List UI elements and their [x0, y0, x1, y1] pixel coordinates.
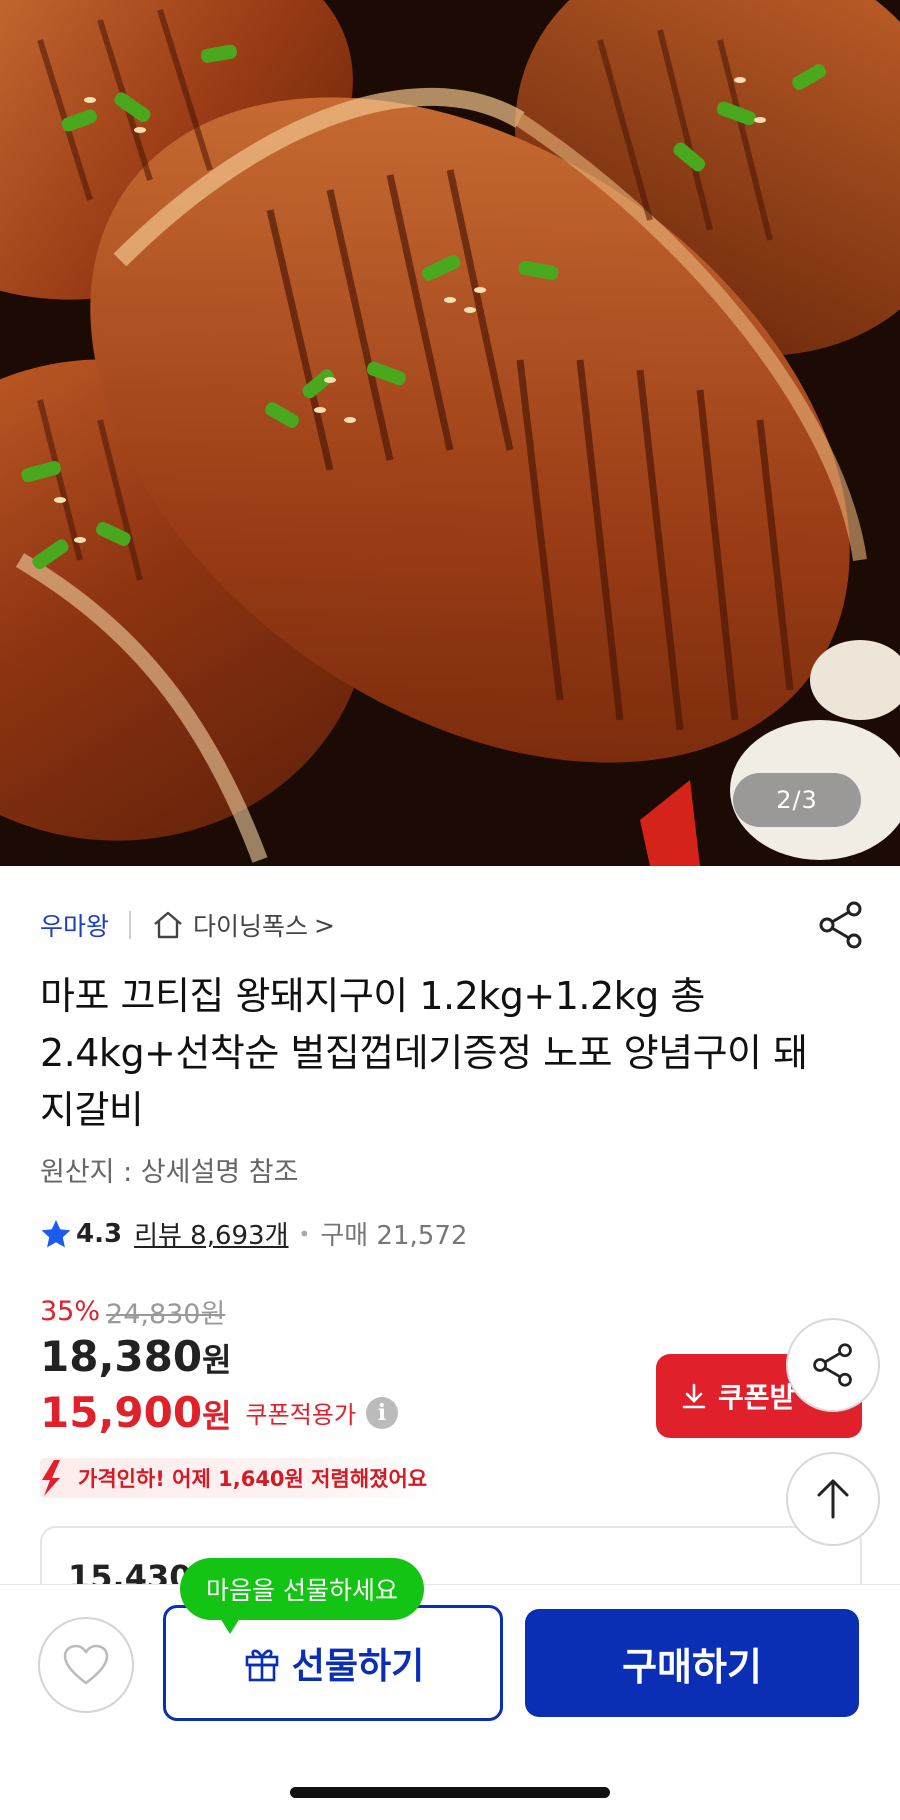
home-indicator: [290, 1787, 610, 1798]
shop-name-link[interactable]: 다이닝폭스: [193, 907, 308, 943]
coupon-button-label: 쿠폰받: [718, 1381, 796, 1414]
floating-share-button[interactable]: [786, 1318, 880, 1412]
star-icon: [41, 1219, 71, 1247]
info-icon[interactable]: i: [365, 1396, 398, 1429]
sale-price-unit: 원: [202, 1341, 232, 1379]
download-icon: [682, 1383, 706, 1409]
share-icon: [813, 1343, 852, 1387]
coupon-price-row: 15,900원 쿠폰적용가 i: [40, 1388, 398, 1437]
buy-button[interactable]: 구매하기: [525, 1609, 859, 1717]
coupon-price-unit: 원: [202, 1397, 232, 1435]
discount-rate: 35%: [40, 1296, 101, 1327]
product-title: 마포 끄티집 왕돼지구이 1.2kg+1.2kg 총2.4kg+선착순 벌집껍데…: [40, 974, 808, 1132]
gift-button[interactable]: 선물하기: [163, 1605, 503, 1721]
gift-tooltip: 마음을 선물하세요: [180, 1558, 424, 1634]
scroll-to-top-button[interactable]: [786, 1452, 880, 1546]
price-drop-text: 가격인하! 어제 1,640원 저렴해졌어요: [78, 1467, 428, 1491]
bottom-action-bar: 선물하기 구매하기: [0, 1584, 900, 1820]
original-price: 24,830원: [106, 1299, 226, 1330]
product-image-gallery[interactable]: 2/3: [0, 0, 900, 866]
separator-dot: •: [298, 1221, 311, 1246]
price-drop-notice: 가격인하! 어제 1,640원 저렴해졌어요: [40, 1458, 442, 1498]
brand-link[interactable]: 우마왕: [40, 907, 109, 943]
gift-button-label: 선물하기: [291, 1646, 425, 1687]
price-down-arrow-icon: [42, 1460, 60, 1496]
coupon-price: 15,900원: [40, 1388, 232, 1437]
share-icon[interactable]: [818, 900, 864, 950]
coupon-price-number: 15,900: [40, 1388, 203, 1437]
arrow-up-icon: [817, 1479, 849, 1519]
store-home-icon: [154, 911, 182, 939]
wishlist-button[interactable]: [38, 1617, 134, 1713]
discount-row: 35% 24,830원: [40, 1292, 225, 1331]
purchase-count: 구매 21,572: [320, 1221, 468, 1251]
divider: [129, 911, 132, 939]
heart-icon: [63, 1644, 109, 1685]
coupon-applied-label: 쿠폰적용가: [245, 1401, 356, 1429]
review-count-link[interactable]: 리뷰 8,693개: [134, 1215, 288, 1252]
rating-score: 4.3: [76, 1218, 123, 1249]
rating-row: 4.3 리뷰 8,693개 • 구매 21,572: [40, 1215, 467, 1252]
sale-price: 18,380원: [40, 1332, 232, 1381]
sale-price-number: 18,380: [40, 1332, 203, 1381]
product-photo: [0, 0, 900, 866]
origin-info: 원산지 : 상세설명 참조: [40, 1157, 299, 1188]
chevron-right-icon: >: [314, 910, 335, 940]
gift-icon: [245, 1649, 279, 1682]
store-row: 우마왕 다이닝폭스 >: [40, 905, 335, 945]
image-page-indicator: 2/3: [733, 773, 861, 827]
